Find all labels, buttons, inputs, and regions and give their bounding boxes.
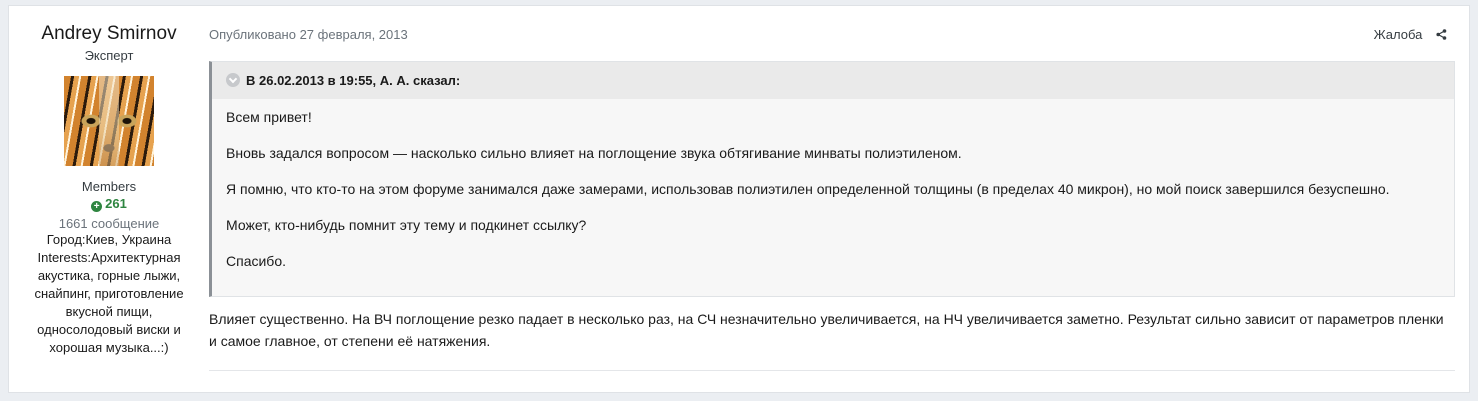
report-button[interactable]: Жалоба	[1374, 27, 1447, 43]
chevron-down-icon[interactable]	[226, 73, 240, 87]
quote-paragraph: Я помню, что кто-то на этом форуме заним…	[226, 181, 1390, 197]
post-count: 1661 сообщение	[58, 216, 160, 231]
author-title: Эксперт	[84, 48, 134, 63]
post-date[interactable]: Опубликовано 27 февраля, 2013	[209, 27, 408, 42]
reputation-value: 261	[105, 196, 127, 211]
quote-paragraph: Всем привет!	[226, 109, 312, 125]
quote-content: Всем привет! Вновь задался вопросом — на…	[212, 99, 1454, 270]
report-label[interactable]: Жалоба	[1374, 27, 1423, 42]
divider	[209, 370, 1455, 371]
post-content: Влияет существенно. На ВЧ поглощение рез…	[209, 311, 1444, 349]
avatar[interactable]	[64, 76, 154, 166]
quote-paragraph: Спасибо.	[226, 253, 286, 269]
share-icon[interactable]	[1436, 28, 1447, 43]
reputation-badge: +261	[9, 196, 209, 212]
author-interests: Interests:Архитектурная акустика, горные…	[34, 250, 184, 355]
author-city: Город:Киев, Украина	[46, 232, 172, 247]
quote-header[interactable]: В 26.02.2013 в 19:55, А. А. сказал:	[212, 62, 1454, 99]
forum-post: Andrey Smirnov Эксперт Members +261 1661…	[8, 5, 1470, 393]
author-group: Members	[81, 179, 137, 194]
plus-circle-icon: +	[91, 201, 103, 212]
quote-citation: В 26.02.2013 в 19:55, А. А. сказал:	[246, 73, 461, 88]
quote-paragraph: Вновь задался вопросом — насколько сильн…	[226, 145, 962, 161]
quote-block: В 26.02.2013 в 19:55, А. А. сказал: Всем…	[209, 61, 1455, 297]
author-panel: Andrey Smirnov Эксперт Members +261 1661…	[9, 6, 209, 357]
quote-paragraph: Может, кто-нибудь помнит эту тему и подк…	[226, 217, 587, 233]
author-name[interactable]: Andrey Smirnov	[9, 23, 209, 45]
